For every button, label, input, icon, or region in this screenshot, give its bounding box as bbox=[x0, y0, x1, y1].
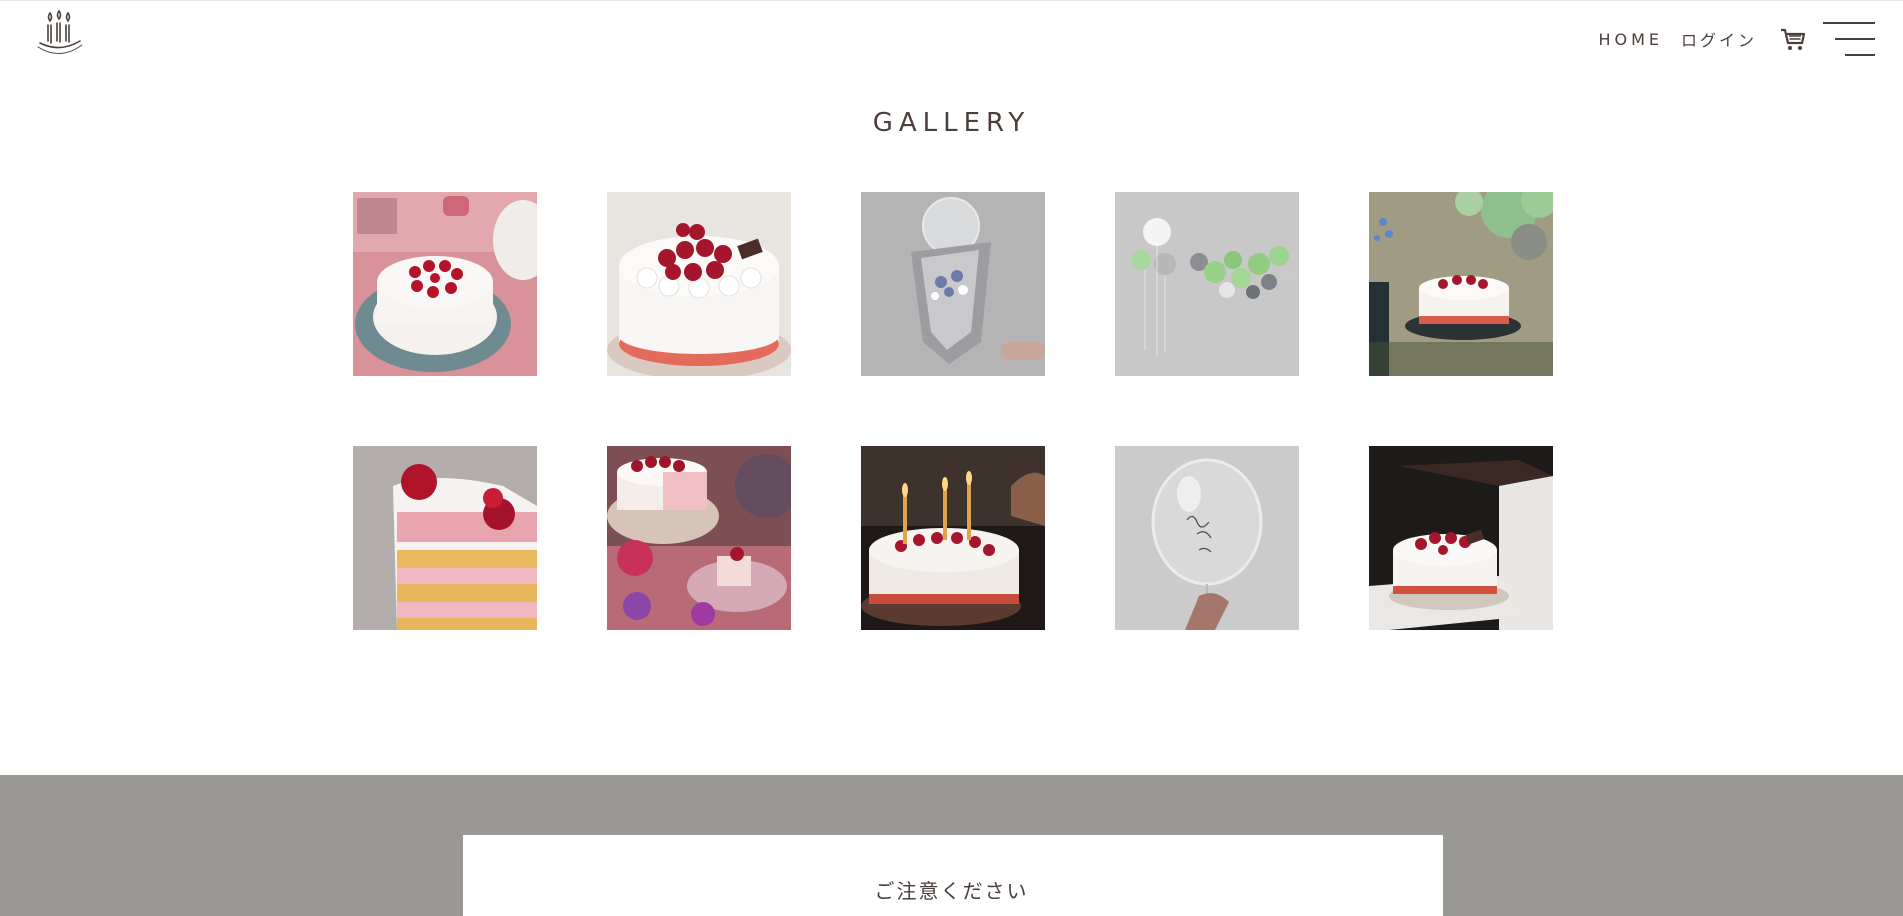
gallery-item-cake-candles[interactable] bbox=[861, 446, 1045, 630]
site-header: HOME ログイン bbox=[0, 1, 1903, 79]
gallery-item-cake-green-balloons[interactable] bbox=[1369, 192, 1553, 376]
gallery-item-cut-cake-flowers[interactable] bbox=[607, 446, 791, 630]
nav-home-link[interactable]: HOME bbox=[1598, 30, 1663, 49]
gallery-title: GALLERY bbox=[872, 108, 1031, 138]
nav-login-link[interactable]: ログイン bbox=[1681, 27, 1757, 51]
gallery-item-cake-white[interactable] bbox=[607, 192, 791, 376]
gallery-item-balloon-garland[interactable] bbox=[1115, 192, 1299, 376]
notice-title: ご注意ください bbox=[874, 879, 1029, 903]
gallery-item-clear-balloon[interactable] bbox=[1115, 446, 1299, 630]
gallery-item-cake-slice[interactable] bbox=[353, 446, 537, 630]
hamburger-menu-icon[interactable] bbox=[1823, 20, 1875, 58]
site-logo[interactable] bbox=[28, 9, 90, 65]
cake-candles-logo-icon bbox=[37, 9, 83, 54]
gallery-item-cake-pink-table[interactable] bbox=[353, 192, 537, 376]
cart-icon[interactable] bbox=[1779, 25, 1807, 53]
gallery-item-balloon-bouquet[interactable] bbox=[861, 192, 1045, 376]
gallery-item-cake-gift-box[interactable] bbox=[1369, 446, 1553, 630]
main-nav: HOME ログイン bbox=[1598, 19, 1875, 59]
